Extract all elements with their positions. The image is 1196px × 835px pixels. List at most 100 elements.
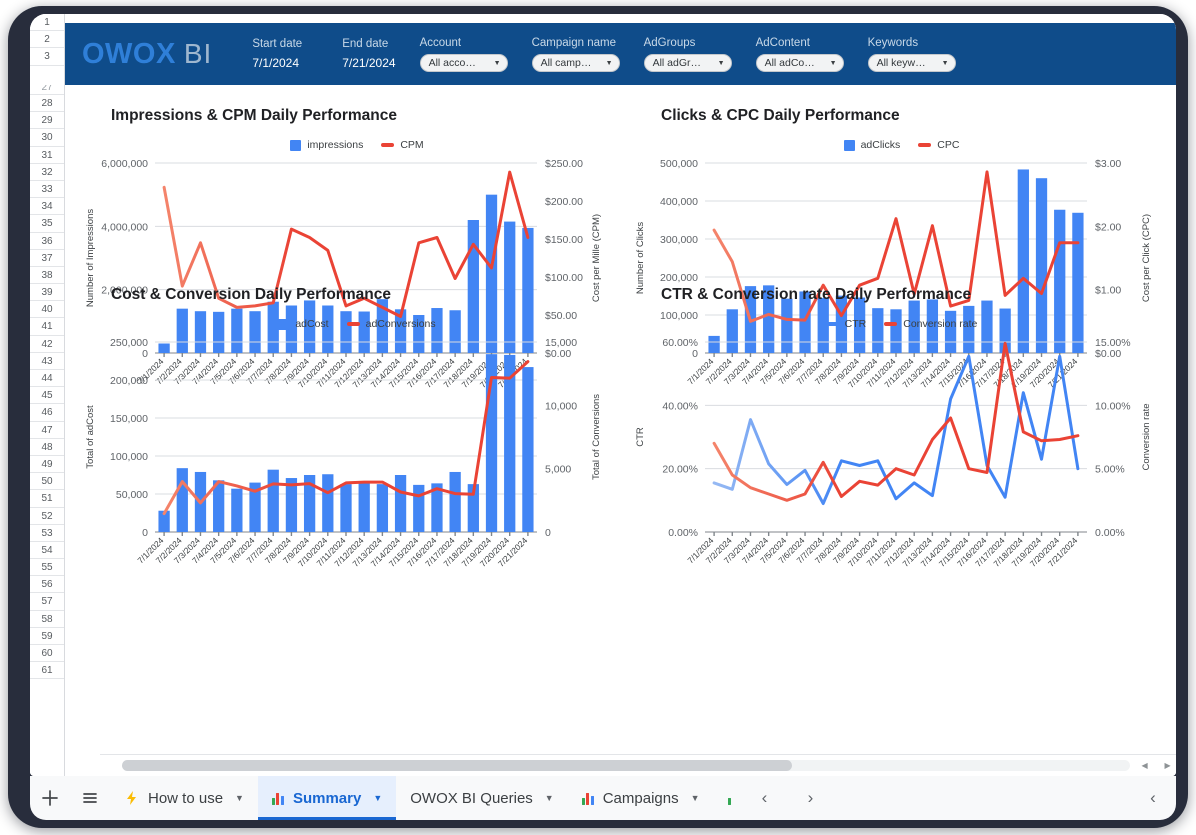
chart-cost-conversion[interactable]: Cost & Conversion Daily Performance adCos…	[77, 278, 627, 569]
row-number-cell[interactable]: 45	[30, 387, 64, 405]
legend-item[interactable]: adClicks	[843, 139, 901, 151]
svg-text:15,000: 15,000	[545, 337, 577, 349]
filter-label: AdContent	[755, 37, 810, 49]
row-number-cell[interactable]: 40	[30, 301, 64, 319]
spreadsheet-screen: 123 27 28 29 30 31 32 33 34 35 36 37 38 39 40 41 42 43 44…	[30, 14, 1176, 776]
row-number-cell[interactable]: 50	[30, 473, 64, 491]
row-number-cell[interactable]: 29	[30, 112, 64, 130]
row-number-cell[interactable]: 43	[30, 352, 64, 370]
tabs-prev-button[interactable]: ‹	[742, 776, 788, 820]
svg-text:$250.00: $250.00	[545, 158, 583, 170]
scroll-left-button[interactable]: ◀	[1136, 757, 1153, 774]
row-number-cell[interactable]: 42	[30, 335, 64, 353]
row-number-cell[interactable]: 28	[30, 95, 64, 113]
legend-line-swatch-icon	[381, 143, 395, 147]
sheet-tab-campaigns[interactable]: Campaigns ▼	[568, 776, 714, 820]
row-number-cell[interactable]: 31	[30, 146, 64, 164]
row-number-cell[interactable]: 44	[30, 370, 64, 388]
sheet-tab-label: OWOX BI Queries	[410, 789, 533, 807]
tabs-overflow-button[interactable]: ‹	[1130, 776, 1176, 820]
legend-bar-swatch-icon	[843, 139, 855, 151]
row-number-cell[interactable]: 35	[30, 215, 64, 233]
chart-plot: 0.00% 20.00% 40.00% 60.00% 0.00% 5.00% 10.00% 1…	[635, 337, 1152, 569]
row-number-cell[interactable]: 53	[30, 524, 64, 542]
row-number-cell[interactable]: 49	[30, 455, 64, 474]
bar	[522, 367, 534, 532]
filter-dropdown[interactable]: All adCo… ▼	[755, 54, 844, 72]
row-number-cell[interactable]: 54	[30, 541, 64, 560]
row-number-cell[interactable]: 59	[30, 627, 64, 645]
chevron-down-icon[interactable]: ▼	[691, 793, 700, 803]
sheet-tab-summary[interactable]: Summary ▼	[257, 776, 397, 820]
row-number-cell[interactable]: 37	[30, 249, 64, 267]
row-number-cell[interactable]: 33	[30, 180, 64, 199]
bar	[231, 488, 243, 532]
chevron-down-icon[interactable]: ▼	[235, 793, 244, 803]
row-number-cell[interactable]: 58	[30, 610, 64, 628]
sheet-tab-owox-bi-queries[interactable]: OWOX BI Queries ▼	[396, 776, 567, 820]
row-number-cell[interactable]: 51	[30, 490, 64, 508]
legend-item[interactable]: Conversion rate	[884, 318, 977, 330]
filter-dropdown[interactable]: All camp… ▼	[531, 54, 620, 72]
chart-title: Impressions & CPM Daily Performance	[111, 107, 397, 124]
filter-dropdown[interactable]: All keyw… ▼	[867, 54, 956, 72]
row-number-cell[interactable]: 30	[30, 129, 64, 147]
bar	[394, 475, 407, 532]
chart-ctr-conversion-rate[interactable]: CTR & Conversion rate Daily Performance C…	[627, 278, 1166, 569]
row-number-cell[interactable]: 2	[30, 31, 64, 49]
chevron-down-icon[interactable]: ▼	[373, 793, 382, 803]
sheet-tab-bar: How to use ▼ Summary ▼ OWOX BI Queries ▼ Campa…	[30, 776, 1176, 820]
legend-item[interactable]: CPM	[381, 139, 424, 151]
row-number-cell[interactable]: 3	[30, 48, 64, 66]
filter-dropdown[interactable]: All acco… ▼	[419, 54, 508, 72]
row-number-cell[interactable]: 61	[30, 662, 64, 680]
chart-legend: adCost adConversions	[87, 318, 627, 330]
row-number-cell[interactable]: 55	[30, 559, 64, 577]
row-number-cell[interactable]: 52	[30, 507, 64, 525]
row-number-cell[interactable]: 1	[30, 14, 64, 32]
legend-item[interactable]: CTR	[825, 318, 866, 330]
chart-title: Clicks & CPC Daily Performance	[661, 107, 900, 124]
row-number-cell[interactable]: 46	[30, 404, 64, 422]
filter-value: All adGr…	[652, 57, 702, 69]
row-number-cell[interactable]: 56	[30, 576, 64, 594]
scroll-right-button[interactable]: ▶	[1159, 757, 1176, 774]
row-number-cell[interactable]: 57	[30, 593, 64, 611]
scrollbar-thumb[interactable]	[122, 760, 792, 771]
svg-text:50,000: 50,000	[116, 489, 148, 501]
chart-clicks-cpc[interactable]: Clicks & CPC Daily Performance adClicks CP…	[627, 99, 1166, 390]
bar	[376, 484, 389, 532]
legend-item[interactable]: impressions	[290, 139, 363, 151]
row-number-cell[interactable]: 27	[30, 85, 64, 95]
legend-item[interactable]: adConversions	[346, 318, 436, 330]
plus-icon[interactable]	[30, 776, 70, 820]
all-sheets-icon[interactable]	[70, 776, 110, 820]
row-number-cell[interactable]: 39	[30, 284, 64, 302]
legend-label: impressions	[307, 139, 364, 151]
end-date-value[interactable]: 7/21/2024	[342, 55, 395, 71]
legend-item[interactable]: CPC	[918, 139, 959, 151]
row-number-cell[interactable]: 60	[30, 645, 64, 663]
tabs-next-button[interactable]: ›	[788, 776, 834, 820]
svg-text:300,000: 300,000	[660, 234, 698, 246]
row-number-cell[interactable]: 48	[30, 438, 64, 456]
legend-label: adClicks	[860, 139, 901, 151]
chevron-down-icon[interactable]: ▼	[545, 793, 554, 803]
horizontal-scrollbar[interactable]: ◀ ▶	[100, 754, 1176, 776]
row-number-cell[interactable]: 34	[30, 198, 64, 216]
legend-item[interactable]: adCost	[278, 318, 329, 330]
svg-text:10.00%: 10.00%	[1095, 400, 1131, 412]
row-number-cell[interactable]: 36	[30, 232, 64, 250]
svg-text:$3.00: $3.00	[1095, 158, 1121, 170]
scrollbar-track[interactable]	[122, 760, 1131, 771]
filter-dropdown[interactable]: All adGr… ▼	[643, 54, 732, 72]
row-number-cell[interactable]: 47	[30, 421, 64, 439]
row-number-cell[interactable]: 38	[30, 266, 64, 285]
row-number-cell[interactable]: 41	[30, 318, 64, 336]
sheet-tab-how-to-use[interactable]: How to use ▼	[110, 776, 258, 820]
sheet-tab-partial[interactable]	[714, 776, 742, 820]
row-number-cell[interactable]: 32	[30, 163, 64, 181]
filter-adcontent: AdContent All adCo… ▼	[755, 36, 844, 72]
chart-impressions-cpm[interactable]: Impressions & CPM Daily Performance impre…	[77, 99, 627, 390]
start-date-value[interactable]: 7/1/2024	[252, 55, 302, 71]
